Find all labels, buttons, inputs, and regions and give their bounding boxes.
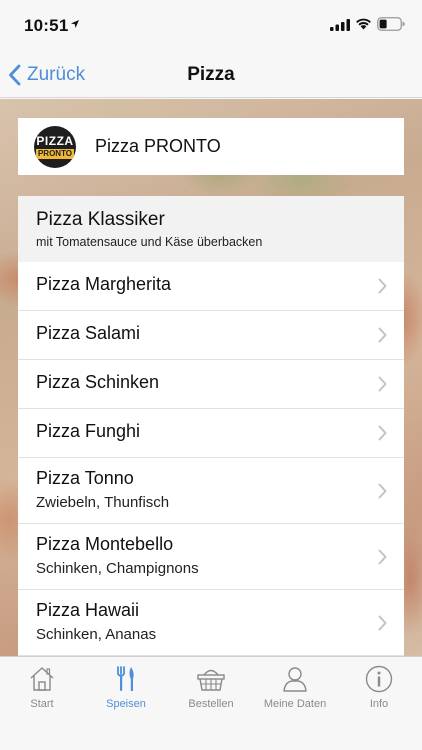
- chevron-right-icon: [378, 376, 387, 392]
- tab-bestellen[interactable]: Bestellen: [169, 657, 253, 717]
- home-icon: [30, 667, 54, 691]
- logo-text-bottom: PRONTO: [35, 148, 75, 159]
- logo-text-top: PIZZA: [36, 133, 74, 148]
- basket-icon: [197, 669, 225, 691]
- tab-meine-daten[interactable]: Meine Daten: [253, 657, 337, 717]
- tab-label: Start: [30, 698, 54, 710]
- item-title: Pizza Margherita: [36, 274, 172, 294]
- list-item[interactable]: Pizza Margherita: [18, 262, 404, 311]
- list-item[interactable]: Pizza Funghi: [18, 409, 404, 458]
- person-icon: [283, 667, 307, 692]
- chevron-right-icon: [378, 327, 387, 343]
- item-subtitle: Schinken, Ananas: [36, 626, 157, 643]
- chevron-right-icon: [378, 278, 387, 294]
- item-title: Pizza Hawaii: [36, 600, 140, 620]
- restaurant-logo: PIZZA PRONTO: [34, 125, 76, 168]
- item-title: Pizza Schinken: [36, 372, 160, 392]
- status-bar: 10:51: [0, 0, 422, 52]
- restaurant-card[interactable]: PIZZA PRONTO Pizza PRONTO: [18, 118, 404, 175]
- cutlery-icon: [117, 666, 134, 691]
- info-icon: [365, 665, 393, 693]
- menu-list: Pizza Margherita Pizza Salami Pizza Schi…: [18, 262, 404, 656]
- chevron-right-icon: [378, 549, 387, 565]
- chevron-right-icon: [378, 615, 387, 631]
- item-subtitle: Schinken, Champignons: [36, 560, 199, 577]
- list-item[interactable]: Pizza Salami: [18, 311, 404, 360]
- cellular-signal-icon: [330, 19, 350, 31]
- chevron-right-icon: [378, 425, 387, 441]
- list-item[interactable]: Pizza Montebello Schinken, Champignons: [18, 524, 404, 590]
- chevron-right-icon: [378, 483, 387, 499]
- tab-info[interactable]: Info: [337, 657, 421, 717]
- tab-label: Bestellen: [188, 698, 234, 710]
- item-title: Pizza Montebello: [36, 534, 174, 554]
- wifi-icon: [356, 18, 371, 30]
- list-item[interactable]: Pizza Schinken: [18, 360, 404, 409]
- category-subtitle: mit Tomatensauce und Käse überbacken: [36, 235, 263, 249]
- tab-label: Info: [369, 698, 389, 710]
- tab-label: Meine Daten: [263, 698, 327, 710]
- category-header: Pizza Klassiker mit Tomatensauce und Käs…: [18, 196, 404, 262]
- item-title: Pizza Tonno: [36, 468, 134, 488]
- navigation-bar: Zurück Pizza: [0, 52, 422, 98]
- status-time: 10:51: [24, 16, 69, 35]
- tab-speisen[interactable]: Speisen: [84, 657, 168, 717]
- category-title: Pizza Klassiker: [36, 209, 165, 230]
- item-title: Pizza Funghi: [36, 421, 141, 441]
- battery-icon: [377, 17, 405, 31]
- tab-bar: Start Speisen Bestellen Meine Daten Info: [0, 656, 422, 750]
- tab-start[interactable]: Start: [0, 657, 84, 717]
- item-title: Pizza Salami: [36, 323, 141, 343]
- item-subtitle: Zwiebeln, Thunfisch: [36, 494, 170, 511]
- tab-label: Speisen: [106, 698, 146, 710]
- page-title: Pizza: [187, 64, 235, 85]
- location-arrow-icon: [71, 20, 79, 28]
- restaurant-name: Pizza PRONTO: [95, 136, 221, 156]
- list-item[interactable]: Pizza Hawaii Schinken, Ananas: [18, 590, 404, 656]
- list-item[interactable]: Pizza Tonno Zwiebeln, Thunfisch: [18, 458, 404, 524]
